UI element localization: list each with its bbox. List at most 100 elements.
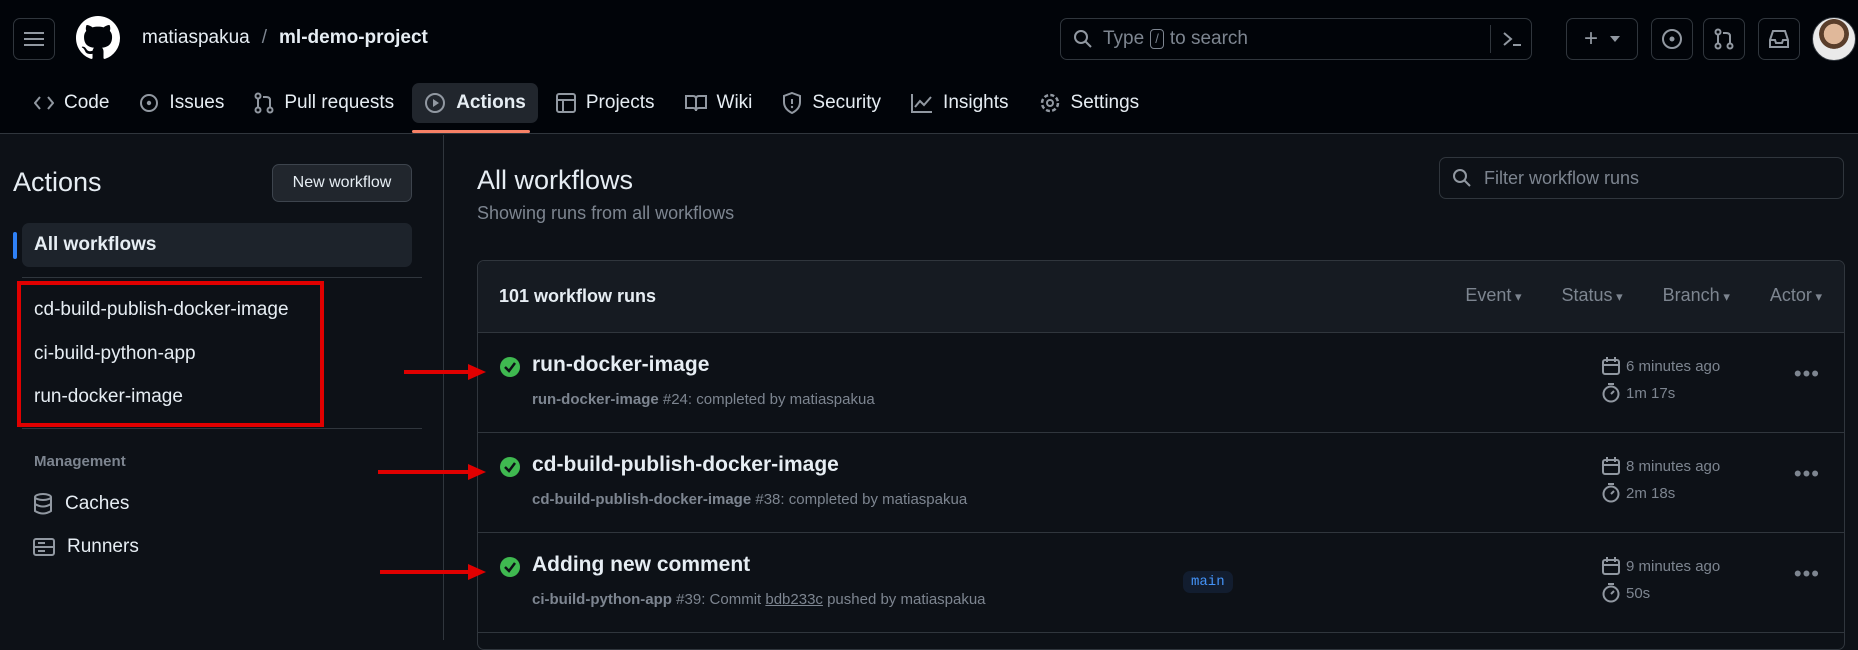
chevron-down-icon xyxy=(1610,36,1620,42)
run-time: 8 minutes ago xyxy=(1602,457,1720,475)
menu-button[interactable] xyxy=(13,18,55,60)
run-desc: : completed by matiaspakua xyxy=(780,491,968,508)
issues-button[interactable] xyxy=(1651,18,1693,60)
search-input[interactable]: Type / to search xyxy=(1060,18,1532,60)
sidebar-item-workflow[interactable]: ci-build-python-app xyxy=(34,343,196,365)
filter-status-dropdown[interactable]: Status xyxy=(1561,285,1622,306)
sidebar-item-caches[interactable]: Caches xyxy=(33,493,129,515)
table-row[interactable]: Adding new comment ci-build-python-app #… xyxy=(478,533,1844,633)
check-circle-icon xyxy=(500,357,520,377)
tab-actions[interactable]: Actions xyxy=(412,83,538,123)
tab-label: Issues xyxy=(169,92,225,113)
search-icon xyxy=(1074,30,1092,48)
filter-actor-dropdown[interactable]: Actor xyxy=(1770,285,1822,306)
run-meta: run-docker-image #24: completed by matia… xyxy=(532,391,875,408)
filter-runs-input[interactable]: Filter workflow runs xyxy=(1439,157,1844,199)
sidebar-item-workflow[interactable]: run-docker-image xyxy=(34,386,183,408)
page-title: All workflows xyxy=(477,165,634,195)
repo-nav-tabs: Code Issues Pull requests Actions Projec… xyxy=(22,83,1157,123)
tab-settings[interactable]: Settings xyxy=(1027,83,1152,123)
tab-label: Wiki xyxy=(716,92,753,113)
book-icon xyxy=(684,95,707,112)
tab-issues[interactable]: Issues xyxy=(127,83,236,123)
sidebar-title: Actions xyxy=(13,167,102,197)
tab-projects[interactable]: Projects xyxy=(544,83,667,123)
run-title[interactable]: cd-build-publish-docker-image xyxy=(532,453,839,477)
more-options-button[interactable]: ••• xyxy=(1794,461,1820,487)
run-duration-text: 2m 18s xyxy=(1626,484,1676,502)
divider xyxy=(22,277,422,278)
pull-requests-button[interactable] xyxy=(1703,18,1745,60)
search-placeholder-suffix: to search xyxy=(1169,28,1248,49)
calendar-icon xyxy=(1602,357,1620,375)
run-meta: cd-build-publish-docker-image #38: compl… xyxy=(532,491,967,508)
run-workflow: ci-build-python-app xyxy=(532,591,672,608)
avatar[interactable] xyxy=(1812,17,1856,61)
filter-placeholder: Filter workflow runs xyxy=(1484,167,1640,188)
tab-label: Pull requests xyxy=(284,92,395,113)
filter-branch-dropdown[interactable]: Branch xyxy=(1663,285,1730,306)
create-new-button[interactable]: + xyxy=(1566,18,1638,60)
page-subtitle: Showing runs from all workflows xyxy=(477,203,735,223)
tab-pull-requests[interactable]: Pull requests xyxy=(242,83,406,123)
calendar-icon xyxy=(1602,557,1620,575)
sidebar-item-all-workflows[interactable]: All workflows xyxy=(22,223,412,267)
inbox-button[interactable] xyxy=(1758,18,1800,60)
run-time-text: 8 minutes ago xyxy=(1626,457,1721,475)
branch-badge[interactable]: main xyxy=(1183,571,1233,593)
shield-icon xyxy=(783,92,802,114)
filter-event-dropdown[interactable]: Event xyxy=(1465,285,1521,306)
tab-insights[interactable]: Insights xyxy=(899,83,1020,123)
plus-icon: + xyxy=(1583,25,1598,52)
tab-wiki[interactable]: Wiki xyxy=(673,83,765,123)
breadcrumb: matiaspakua / ml-demo-project xyxy=(142,27,428,49)
run-meta: ci-build-python-app #39: Commit bdb233c … xyxy=(532,591,986,608)
pull-request-icon xyxy=(254,92,274,114)
tab-code[interactable]: Code xyxy=(22,83,121,123)
run-filters: Event Status Branch Actor xyxy=(1465,285,1822,306)
top-header: matiaspakua / ml-demo-project Type / to … xyxy=(0,0,1858,134)
search-shortcut-key: / xyxy=(1150,29,1164,49)
more-options-button[interactable]: ••• xyxy=(1794,561,1820,587)
runs-header: 101 workflow runs Event Status Branch Ac… xyxy=(478,261,1844,333)
stopwatch-icon xyxy=(1602,583,1620,603)
run-count: 101 workflow runs xyxy=(499,286,657,306)
run-duration: 50s xyxy=(1602,583,1650,603)
annotation-arrow-icon xyxy=(378,464,486,480)
gear-icon xyxy=(1040,93,1059,113)
repo-link[interactable]: ml-demo-project xyxy=(279,27,428,49)
database-icon xyxy=(34,493,52,515)
issue-icon xyxy=(140,94,159,112)
run-desc-post: pushed by matiaspakua xyxy=(822,591,986,608)
run-number: #39 xyxy=(676,591,702,608)
sidebar-item-runners[interactable]: Runners xyxy=(33,536,139,558)
run-time-text: 6 minutes ago xyxy=(1626,357,1721,375)
new-workflow-button[interactable]: New workflow xyxy=(272,164,412,202)
tab-security[interactable]: Security xyxy=(770,83,893,123)
run-number: #24 xyxy=(662,391,688,408)
graph-icon xyxy=(911,94,933,113)
run-time: 9 minutes ago xyxy=(1602,557,1720,575)
search-placeholder-prefix: Type xyxy=(1103,28,1145,49)
run-title[interactable]: run-docker-image xyxy=(532,353,709,377)
run-title[interactable]: Adding new comment xyxy=(532,553,750,577)
annotation-arrow-icon xyxy=(380,564,486,580)
run-workflow: run-docker-image xyxy=(532,391,659,408)
owner-link[interactable]: matiaspakua xyxy=(142,27,250,49)
tab-label: Actions xyxy=(456,92,526,113)
run-time-text: 9 minutes ago xyxy=(1626,557,1721,575)
table-row[interactable]: run-docker-image run-docker-image #24: c… xyxy=(478,333,1844,433)
breadcrumb-separator: / xyxy=(261,27,268,48)
github-logo-icon[interactable] xyxy=(76,16,120,60)
commit-sha-link[interactable]: bdb233c xyxy=(765,591,823,608)
pull-request-icon xyxy=(1714,28,1734,50)
annotation-arrow-icon xyxy=(404,364,486,380)
run-number: #38 xyxy=(755,491,781,508)
table-row[interactable]: cd-build-publish-docker-image cd-build-p… xyxy=(478,433,1844,533)
command-palette-button[interactable] xyxy=(1490,25,1523,53)
more-options-button[interactable]: ••• xyxy=(1794,361,1820,387)
sidebar-item-workflow[interactable]: cd-build-publish-docker-image xyxy=(34,299,289,321)
divider xyxy=(22,428,422,429)
stopwatch-icon xyxy=(1602,483,1620,503)
tab-label: Code xyxy=(64,92,110,113)
